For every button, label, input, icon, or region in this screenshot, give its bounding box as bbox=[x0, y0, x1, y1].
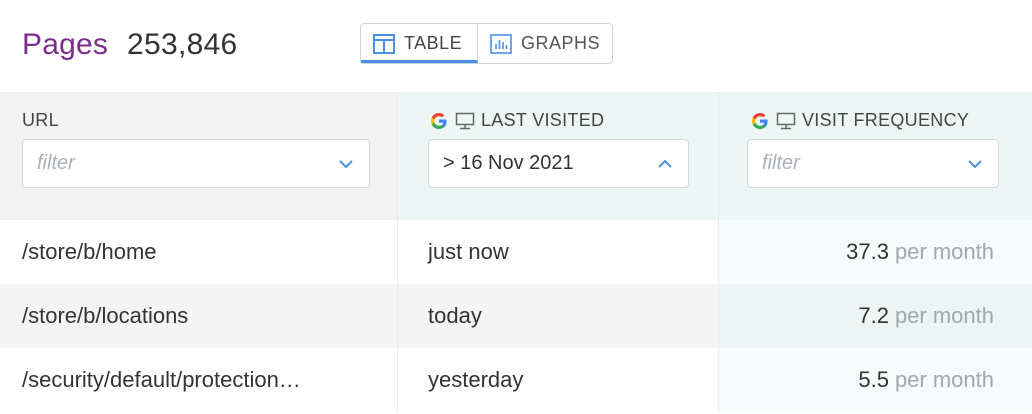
table-header-row: URL filter LAST VISITED > 16 Nov 2021 VI… bbox=[0, 92, 1032, 220]
table-row[interactable]: /store/b/locations today 7.2 per month bbox=[0, 284, 1032, 348]
frequency-value: 7.2 bbox=[858, 303, 889, 328]
page-count: 253,846 bbox=[127, 28, 238, 61]
last-visited-cell: yesterday bbox=[397, 348, 718, 412]
column-label-last-visited: LAST VISITED bbox=[481, 110, 605, 130]
url-cell[interactable]: /store/b/locations bbox=[0, 284, 397, 348]
last-visited-cell: just now bbox=[397, 220, 718, 284]
url-cell[interactable]: /security/default/protection… bbox=[0, 348, 397, 412]
table-view-button[interactable]: TABLE bbox=[361, 24, 478, 63]
chevron-up-icon bbox=[658, 159, 672, 168]
desktop-icon bbox=[776, 112, 796, 129]
url-filter-dropdown[interactable]: filter bbox=[22, 139, 370, 188]
chevron-down-icon bbox=[339, 159, 353, 168]
url-filter-placeholder: filter bbox=[37, 152, 75, 174]
visit-frequency-cell: 37.3 per month bbox=[718, 220, 1032, 284]
pages-table: URL filter LAST VISITED > 16 Nov 2021 VI… bbox=[0, 92, 1032, 412]
table-view-label: TABLE bbox=[404, 33, 463, 53]
google-icon bbox=[431, 112, 447, 129]
page-header: Pages 253,846 TABLE GRAPHS bbox=[0, 0, 1032, 92]
table-row[interactable]: /security/default/protection… yesterday … bbox=[0, 348, 1032, 412]
table-row[interactable]: /store/b/home just now 37.3 per month bbox=[0, 220, 1032, 284]
frequency-unit: per month bbox=[894, 239, 994, 264]
graphs-view-label: GRAPHS bbox=[520, 33, 600, 53]
column-label-url: URL bbox=[22, 110, 59, 130]
page-title: Pages bbox=[22, 28, 109, 61]
visit-frequency-filter-dropdown[interactable]: filter bbox=[747, 139, 999, 188]
chevron-down-icon bbox=[968, 159, 982, 168]
last-visited-filter-dropdown[interactable]: > 16 Nov 2021 bbox=[428, 139, 689, 188]
desktop-icon bbox=[455, 112, 475, 129]
frequency-unit: per month bbox=[894, 303, 994, 328]
visit-frequency-cell: 7.2 per month bbox=[718, 284, 1032, 348]
column-header-last-visited: LAST VISITED > 16 Nov 2021 bbox=[397, 92, 718, 220]
frequency-value: 37.3 bbox=[846, 239, 889, 264]
column-label-visit-frequency: VISIT FREQUENCY bbox=[802, 110, 970, 130]
last-visited-filter-value: > 16 Nov 2021 bbox=[443, 152, 574, 174]
visit-frequency-filter-placeholder: filter bbox=[762, 152, 800, 174]
frequency-value: 5.5 bbox=[858, 367, 889, 392]
column-header-visit-frequency: VISIT FREQUENCY filter bbox=[718, 92, 1032, 220]
last-visited-cell: today bbox=[397, 284, 718, 348]
table-icon bbox=[373, 33, 395, 54]
view-toggle: TABLE GRAPHS bbox=[360, 23, 613, 64]
visit-frequency-cell: 5.5 per month bbox=[718, 348, 1032, 412]
url-cell[interactable]: /store/b/home bbox=[0, 220, 397, 284]
frequency-unit: per month bbox=[894, 367, 994, 392]
bar-chart-icon bbox=[490, 33, 512, 54]
graphs-view-button[interactable]: GRAPHS bbox=[478, 24, 612, 63]
column-header-url: URL filter bbox=[0, 92, 397, 220]
google-icon bbox=[752, 112, 768, 129]
